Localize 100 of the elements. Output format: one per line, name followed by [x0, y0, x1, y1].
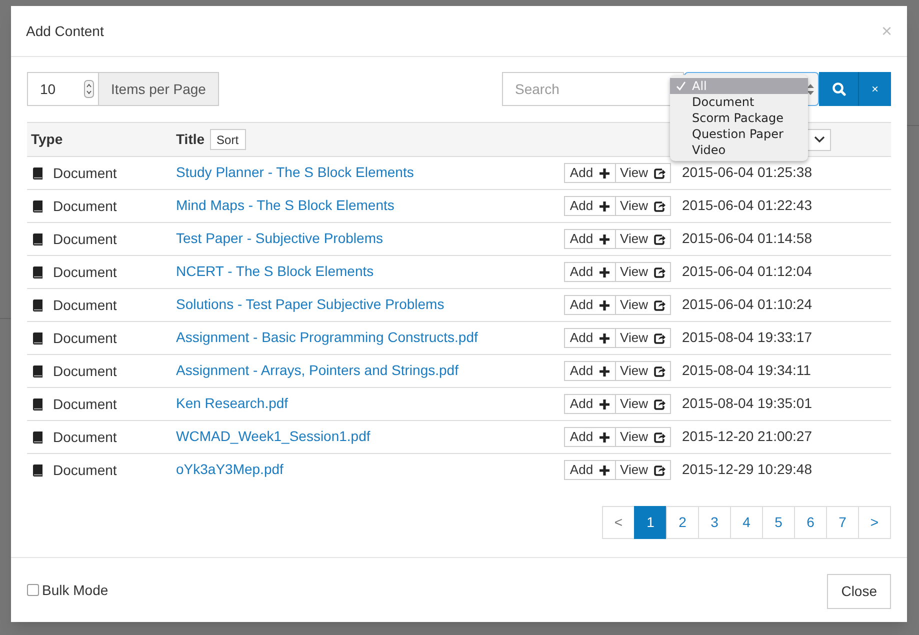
title-link[interactable]: Assignment - Basic Programming Constructs.pdf — [176, 329, 478, 345]
add-button[interactable]: Add — [564, 361, 616, 381]
book-icon — [32, 166, 43, 180]
view-button[interactable]: View — [616, 394, 671, 414]
add-button[interactable]: Add — [564, 394, 616, 414]
share-icon — [654, 168, 666, 178]
view-button[interactable]: View — [616, 460, 671, 480]
view-button[interactable]: View — [616, 163, 671, 183]
view-button[interactable]: View — [616, 328, 671, 348]
bulk-mode-label: Bulk Mode — [42, 580, 108, 600]
add-button[interactable]: Add — [564, 295, 616, 315]
page-button[interactable]: 6 — [794, 506, 827, 539]
book-icon — [32, 332, 43, 344]
plus-icon — [599, 300, 610, 310]
dialog-title: Add Content — [26, 22, 104, 40]
plus-icon — [599, 200, 610, 212]
page-button[interactable]: 2 — [666, 506, 699, 539]
clear-button[interactable]: × — [858, 72, 891, 106]
column-header: Type — [30, 130, 64, 149]
share-icon — [654, 300, 666, 310]
search-button[interactable] — [819, 72, 858, 106]
add-button[interactable]: Add — [564, 427, 616, 447]
sort-button[interactable]: Sort — [210, 129, 246, 150]
page-button[interactable]: 1 — [634, 506, 667, 539]
title-link[interactable]: NCERT - The S Block Elements — [176, 263, 374, 279]
title-link[interactable]: Test Paper - Subjective Problems — [176, 230, 383, 246]
plus-icon — [599, 332, 610, 344]
plus-icon — [599, 266, 610, 278]
type-cell-text: Document — [53, 164, 117, 182]
page-button[interactable]: 4 — [730, 506, 763, 539]
items-per-page-label: Items per Page — [99, 72, 219, 106]
date-cell: 2015-12-20 21:00:27 — [682, 428, 812, 444]
search-icon — [832, 82, 846, 96]
date-cell: 2015-12-29 10:29:48 — [682, 461, 812, 477]
dropdown-option[interactable]: Scorm Package — [670, 110, 808, 126]
add-button[interactable]: Add — [564, 229, 616, 249]
type-cell-text: Document — [53, 328, 117, 348]
title-link[interactable]: Study Planner - The S Block Elements — [176, 164, 414, 180]
type-cell-text: Document — [53, 362, 117, 380]
plus-icon — [599, 464, 610, 476]
view-button[interactable]: View — [616, 295, 671, 315]
title-link[interactable]: Mind Maps - The S Block Elements — [176, 197, 394, 213]
plus-icon — [599, 366, 610, 376]
view-button[interactable]: View — [616, 196, 671, 216]
date-cell: 2015-06-04 01:12:04 — [682, 263, 812, 279]
type-cell-text: Document — [53, 428, 117, 446]
type-cell-text: Document — [53, 262, 117, 282]
plus-icon — [599, 168, 610, 178]
page-button[interactable]: 7 — [826, 506, 859, 539]
date-cell: 2015-06-04 01:22:43 — [682, 197, 812, 213]
type-cell-text: Document — [53, 296, 117, 314]
page-button[interactable]: 5 — [762, 506, 795, 539]
close-button[interactable]: Close — [827, 574, 891, 608]
items-per-page-spinner[interactable]: 10 — [27, 72, 99, 106]
book-icon — [32, 266, 43, 278]
type-cell-text: Document — [53, 394, 117, 414]
book-icon — [32, 298, 43, 312]
title-link[interactable]: Assignment - Arrays, Pointers and Strings.pdf — [176, 362, 458, 378]
plus-icon — [599, 432, 610, 442]
title-link[interactable]: WCMAD_Week1_Session1.pdf — [176, 428, 370, 444]
book-icon — [32, 430, 43, 444]
book-icon — [32, 232, 43, 246]
share-icon — [654, 432, 666, 442]
next-page-button[interactable]: > — [858, 506, 891, 539]
type-cell-text: Document — [53, 460, 117, 480]
date-cell: 2015-06-04 01:25:38 — [682, 164, 812, 180]
plus-icon — [599, 398, 610, 410]
search-field[interactable]: Search — [502, 72, 684, 106]
dropdown-option[interactable]: Video — [670, 142, 808, 158]
share-icon — [654, 266, 666, 278]
title-link[interactable]: oYk3aY3Mep.pdf — [176, 461, 284, 477]
view-button[interactable]: View — [616, 262, 671, 282]
share-icon — [654, 464, 666, 476]
add-button[interactable]: Add — [564, 262, 616, 282]
date-cell: 2015-06-04 01:10:24 — [682, 296, 812, 312]
book-icon — [32, 464, 43, 476]
add-button[interactable]: Add — [564, 328, 616, 348]
date-cell: 2015-08-04 19:34:11 — [682, 362, 811, 378]
view-button[interactable]: View — [616, 361, 671, 381]
plus-icon — [599, 234, 610, 244]
share-icon — [654, 332, 666, 344]
bulk-mode-checkbox[interactable] — [27, 584, 39, 596]
page-button[interactable]: 3 — [698, 506, 731, 539]
add-button[interactable]: Add — [564, 196, 616, 216]
share-icon — [654, 234, 666, 244]
title-link[interactable]: Solutions - Test Paper Subjective Problems — [176, 296, 444, 312]
share-icon — [654, 200, 666, 212]
date-cell: 2015-06-04 01:14:58 — [682, 230, 812, 246]
date-cell: 2015-08-04 19:33:17 — [682, 329, 812, 345]
add-button[interactable]: Add — [564, 163, 616, 183]
type-cell-text: Document — [53, 230, 117, 248]
add-button[interactable]: Add — [564, 460, 616, 480]
chevron-down-icon — [814, 136, 825, 143]
dropdown-option[interactable]: Question Paper — [670, 126, 808, 142]
view-button[interactable]: View — [616, 427, 671, 447]
view-button[interactable]: View — [616, 229, 671, 249]
title-link[interactable]: Ken Research.pdf — [176, 395, 288, 411]
column-header: Title — [176, 130, 205, 149]
spinner-arrows-icon — [84, 80, 94, 98]
type-cell-text: Document — [53, 196, 117, 216]
